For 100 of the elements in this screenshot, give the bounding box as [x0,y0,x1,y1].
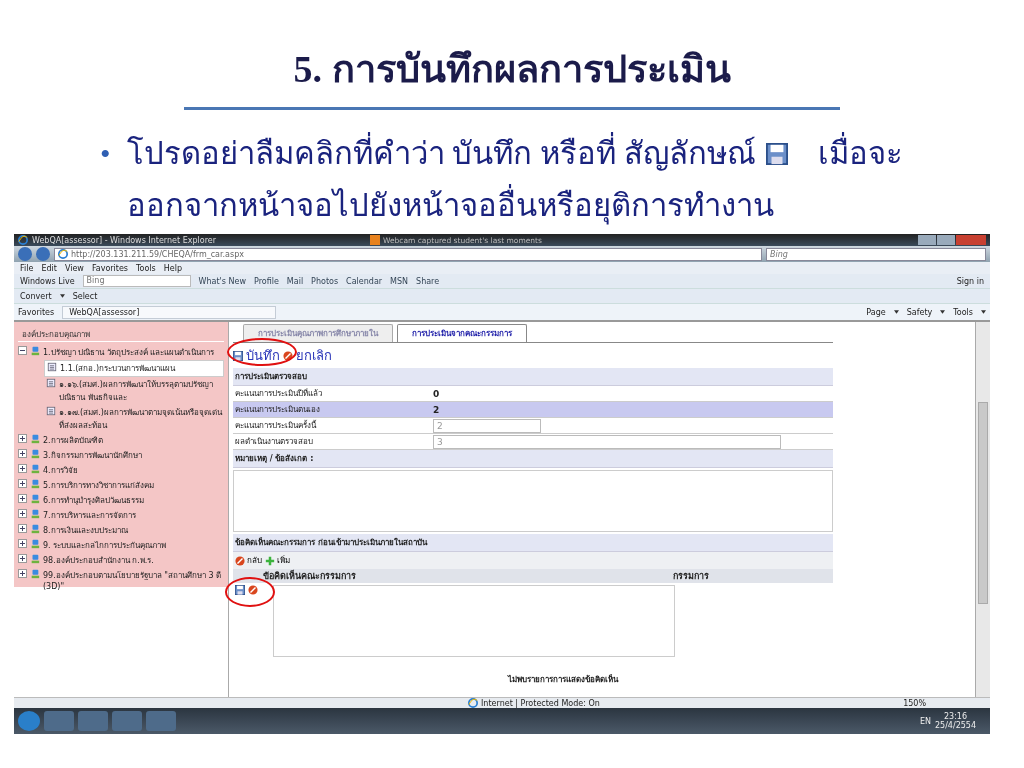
toolbar-button[interactable]: Convert [20,291,52,301]
column-header: กรรมการ [673,570,710,583]
menu-item[interactable]: View [64,263,84,273]
zoom-level[interactable]: 150% [903,698,926,708]
expand-toggle[interactable] [18,494,27,503]
menu-item[interactable]: File [20,263,34,273]
save-button[interactable] [235,585,245,595]
remarks-field[interactable] [233,470,833,532]
tree-item[interactable]: 3.กิจกรรมการพัฒนานักศึกษา [43,449,142,462]
expand-toggle[interactable] [18,434,27,443]
tree-item[interactable]: 8.การเงินและงบประมาณ [43,524,128,537]
expand-toggle[interactable] [18,524,27,533]
search-field[interactable]: Bing [766,247,986,261]
tree-leaf[interactable]: ๑.๑๖.(สมศ.)ผลการพัฒนาให้บรรลุตามปรัชญา ปณิธาน พันธกิจและ [44,377,224,405]
command-menu[interactable]: Safety [906,307,933,317]
tree-item[interactable]: 98.องค์ประกอบสำนักงาน ก.พ.ร. [43,554,154,567]
command-menu[interactable]: Tools [953,307,973,317]
tree-item[interactable]: 1.ปรัชญา ปณิธาน วัตถุประสงค์ และแผนดำเนินการ [43,346,215,359]
toolbar-link[interactable]: Mail [286,276,304,286]
tree-item[interactable]: 2.การผลิตบัณฑิต [43,434,103,447]
sign-in-link[interactable]: Sign in [956,276,984,286]
browser-tab[interactable]: WebQA[assessor] [62,305,277,319]
expand-toggle[interactable] [18,346,27,355]
section-header: การประเมินตรวจสอบ [233,368,833,386]
floppy-icon [765,143,788,165]
tree-item[interactable]: 6.การทำนุบำรุงศิลปวัฒนธรรม [43,494,144,507]
node-icon [30,509,40,519]
instruction-text: เมื่อจะ [817,128,903,180]
expand-toggle[interactable] [18,479,27,488]
toolbar-button[interactable]: เพิ่ม [265,554,290,567]
tree-item[interactable]: 5.การบริการทางวิชาการแก่สังคม [43,479,154,492]
clock-date: 25/4/2554 [934,721,976,730]
node-icon [30,464,40,474]
menu-item[interactable]: Tools [136,263,156,273]
expand-toggle[interactable] [18,449,27,458]
menu-item[interactable]: Help [163,263,182,273]
forward-button[interactable] [36,247,50,261]
empty-message: ไม่พบรายการการแสดงข้อคิดเห็น [506,673,620,686]
cancel-icon [248,585,258,595]
node-icon [30,554,40,564]
toolbar-link[interactable]: Photos [311,276,339,286]
back-icon [235,555,245,566]
comment-field[interactable] [273,585,675,657]
toolbar-brand[interactable]: Windows Live [20,276,75,286]
menu-item[interactable]: Edit [41,263,57,273]
toolbar-button[interactable]: กลับ [235,554,262,567]
node-icon [30,524,40,534]
node-icon [30,449,40,459]
cancel-button[interactable] [248,585,258,595]
cancel-icon [283,350,293,361]
form-row: คะแนนการประเมินตนเอง 2 [233,402,833,418]
search-field[interactable]: Bing [82,275,191,287]
tree-item[interactable]: 7.การบริหารและการจัดการ [43,509,136,522]
section-header: หมายเหตุ / ข้อสังเกต : [233,450,833,468]
sidebar-header: องค์ประกอบคุณภาพ [18,328,224,342]
action-link[interactable]: บันทึก [246,345,280,366]
instruction-text: ออกจากหน้าจอไปยังหน้าจออื่นหรือยุติการทำงาน [126,180,774,232]
tree-leaf[interactable]: ๑.๑๗.(สมศ.)ผลการพัฒนาตามจุดเน้นหรือจุดเด่นที่ส่งผลสะท้อน [44,405,224,433]
tree-item[interactable]: 9. ระบบและกลไกการประกันคุณภาพ [43,539,167,552]
action-link[interactable]: ยกเลิก [296,345,332,366]
command-menu[interactable]: Page [866,307,886,317]
caret-icon [940,310,946,314]
toolbar-button[interactable]: Select [72,291,98,301]
security-zone: Internet | Protected Mode: On [481,698,600,708]
address-field[interactable]: http://203.131.211.59/CHEQA/frm_car.aspx [54,247,762,261]
toolbar-link[interactable]: Share [416,276,440,286]
form-row: คะแนนการประเมินครั้งนี้ 2 [233,418,833,434]
menu-item[interactable]: Favorites [91,263,128,273]
language-indicator[interactable]: EN [919,716,931,726]
plus-icon [265,555,275,566]
bullet-dot: • [100,136,111,172]
start-button[interactable] [18,711,40,731]
window-title: WebQA[assessor] - Windows Internet Explorer [32,235,216,245]
back-button[interactable] [18,247,32,261]
toolbar-link[interactable]: MSN [390,276,409,286]
slide-title: 5. การบันทึกผลการประเมิน [293,47,731,92]
favorites-button[interactable]: Favorites [18,307,55,317]
clock-time: 23:16 [943,712,967,721]
node-icon [30,479,40,489]
save-icon [233,350,243,361]
tree-item[interactable]: 4.การวิจัย [43,464,78,477]
toolbar-link[interactable]: Calendar [346,276,383,286]
scrollbar[interactable] [976,322,990,697]
rss-icon [370,235,380,245]
expand-toggle[interactable] [18,569,27,578]
expand-toggle[interactable] [18,539,27,548]
section-header: ข้อคิดเห็นคณะกรรมการ ก่อนเข้ามาประเมินภายในสถาบัน [233,534,833,552]
expand-toggle[interactable] [18,554,27,563]
toolbar-link[interactable]: What's New [198,276,246,286]
toolbar-link[interactable]: Profile [254,276,279,286]
tree-leaf[interactable]: 1.1.(สกอ.)กระบวนการพัฒนาแผน [44,360,224,377]
tree-item[interactable]: 99.องค์ประกอบตามนโยบายรัฐบาล "สถานศึกษา 3 ดี (3D)" [43,569,224,591]
expand-toggle[interactable] [18,509,27,518]
tab[interactable]: การประเมินจากคณะกรรมการ [397,324,527,342]
node-icon [30,434,40,444]
caret-icon [893,310,899,314]
node-icon [30,539,40,549]
expand-toggle[interactable] [18,464,27,473]
node-icon [30,494,40,504]
caret-icon [981,310,986,314]
